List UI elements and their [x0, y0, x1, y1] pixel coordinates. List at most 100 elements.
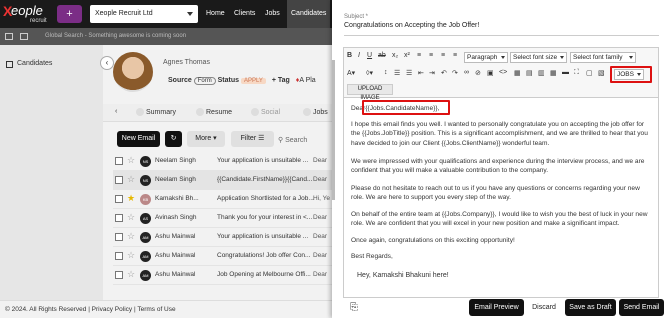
filter-button[interactable]: Filter ☰ [231, 131, 274, 147]
font-size-select[interactable]: Select font size [510, 52, 567, 63]
numbered-list-icon[interactable]: ☰ [406, 69, 412, 77]
avatar: KB [140, 194, 151, 205]
italic-icon[interactable]: I [358, 52, 360, 59]
unlink-icon[interactable]: ⊘ [475, 69, 481, 77]
star-icon[interactable]: ★ [127, 193, 135, 204]
bold-icon[interactable]: B [347, 52, 352, 59]
status-badge[interactable]: APPLY [241, 78, 266, 84]
table-icon[interactable]: ▦ [514, 69, 521, 77]
row-checkbox[interactable] [115, 233, 123, 241]
refresh-button[interactable]: ↻ [165, 131, 182, 147]
email-row[interactable]: ☆ AM Ashu Mainwal Your application is uns… [113, 228, 332, 247]
row-checkbox[interactable] [115, 252, 123, 260]
bullet-list-icon[interactable]: ☰ [394, 69, 400, 77]
nav-clients[interactable]: Clients [234, 0, 255, 28]
font-family-select[interactable]: Select font family [570, 52, 636, 63]
candidates-icon [6, 61, 13, 68]
font-color-icon[interactable]: A▾ [347, 69, 355, 77]
source-icon[interactable]: ▧ [598, 69, 605, 77]
scrollbar[interactable] [332, 60, 335, 200]
underline-icon[interactable]: U [367, 52, 372, 59]
save-draft-button[interactable]: Save as Draft [565, 299, 616, 316]
chevron-down-icon [560, 56, 564, 59]
nav-candidates[interactable]: Candidates [287, 0, 331, 28]
row-checkbox[interactable] [115, 195, 123, 203]
nav-home[interactable]: Home [205, 0, 226, 28]
code-icon[interactable]: <> [499, 69, 507, 76]
clear-format-icon[interactable]: ▢ [586, 69, 593, 77]
tab-summary[interactable]: Summary [136, 108, 176, 116]
tabs-prev-icon[interactable]: ‹ [115, 108, 117, 115]
chevron-down-icon [501, 56, 505, 59]
list-view-icon[interactable] [5, 33, 13, 40]
quick-add-button[interactable]: + [57, 5, 82, 23]
highlight-icon[interactable]: ◊▾ [366, 69, 373, 77]
star-icon[interactable]: ☆ [127, 250, 135, 261]
email-row[interactable]: ☆ AM Ashu Mainwal Congratulations! Job of… [113, 247, 332, 266]
nav-jobs[interactable]: Jobs [265, 0, 280, 28]
avatar: AM [140, 270, 151, 281]
horizontal-rule-icon[interactable]: ▬ [562, 69, 569, 76]
avatar: NS [140, 175, 151, 186]
tab-jobs[interactable]: Jobs [303, 108, 328, 116]
rich-text-editor: B I U ab x₂ x² ≡ ≡ ≡ ≡ Paragraph Select … [343, 47, 659, 298]
divider [344, 35, 659, 36]
star-icon[interactable]: ☆ [127, 269, 135, 280]
fullscreen-icon[interactable]: ⛶ [574, 69, 579, 77]
more-button[interactable]: More ▾ [187, 131, 225, 147]
redo-icon[interactable]: ↷ [452, 69, 458, 77]
global-search-input[interactable]: Global Search - Something awesome is com… [45, 33, 186, 39]
send-email-button[interactable]: Send Email [619, 299, 664, 316]
sidebar-item-candidates[interactable]: Candidates [17, 60, 52, 67]
row-checkbox[interactable] [115, 214, 123, 222]
subject-input[interactable]: Congratulations on Accepting the Job Off… [344, 22, 479, 29]
star-icon[interactable]: ☆ [127, 174, 135, 185]
indent-icon[interactable]: ⇥ [429, 69, 435, 77]
row-checkbox[interactable] [115, 157, 123, 165]
line-height-icon[interactable]: ↕ [384, 69, 388, 76]
row-checkbox[interactable] [115, 271, 123, 279]
avatar: AM [140, 232, 151, 243]
link-icon[interactable]: ∞ [464, 69, 469, 76]
align-center-icon[interactable]: ≡ [429, 52, 433, 59]
email-row[interactable]: ★ KB Kamakshi Bh... Application Shortlist… [113, 190, 332, 209]
attachment-icon[interactable]: ⎘ [350, 302, 358, 313]
justify-icon[interactable]: ≡ [453, 52, 457, 59]
collapse-sidebar-button[interactable]: ‹ [100, 56, 114, 70]
discard-button[interactable]: Discard [526, 299, 562, 316]
email-row[interactable]: ☆ AS Avinash Singh Thank you for your int… [113, 209, 332, 228]
sidebar: Candidates [0, 45, 103, 300]
email-row[interactable]: ☆ NS Neelam Singh Your application is uns… [113, 152, 332, 171]
email-row[interactable]: ☆ AM Ashu Mainwal Job Opening at Melbourn… [113, 266, 332, 285]
tab-social[interactable]: Social [251, 108, 280, 116]
resume-icon [196, 108, 204, 116]
align-left-icon[interactable]: ≡ [417, 52, 421, 59]
superscript-icon[interactable]: x² [404, 52, 410, 59]
table-row-icon[interactable]: ▤ [526, 69, 533, 77]
subscript-icon[interactable]: x₂ [392, 52, 398, 59]
table-col-icon[interactable]: ▥ [538, 69, 545, 77]
paragraph-select[interactable]: Paragraph [464, 52, 508, 63]
image-icon[interactable]: ▣ [487, 69, 494, 77]
email-row[interactable]: ☆ NS Neelam Singh {{Candidate.FirstName}}… [113, 171, 332, 190]
organization-select[interactable]: Xeople Recruit Ltd [90, 5, 198, 23]
add-tag-button[interactable]: + Tag [272, 77, 290, 84]
row-checkbox[interactable] [115, 176, 123, 184]
xeople-logo[interactable]: X eople recruit [3, 3, 51, 25]
strikethrough-icon[interactable]: ab [378, 52, 386, 59]
upload-image-button[interactable]: UPLOAD IMAGE [347, 84, 393, 101]
social-icon [251, 108, 259, 116]
tab-resume[interactable]: Resume [196, 108, 232, 116]
candidate-meta: Source Form Status APPLY + Tag ♦A Pla [168, 77, 316, 85]
email-search-input[interactable]: ⚲ Search [278, 136, 307, 144]
outdent-icon[interactable]: ⇤ [418, 69, 424, 77]
table-merge-icon[interactable]: ▦ [550, 69, 557, 77]
star-icon[interactable]: ☆ [127, 155, 135, 166]
grid-view-icon[interactable] [20, 33, 28, 40]
star-icon[interactable]: ☆ [127, 212, 135, 223]
email-preview-button[interactable]: Email Preview [469, 299, 524, 316]
undo-icon[interactable]: ↶ [441, 69, 447, 77]
align-right-icon[interactable]: ≡ [441, 52, 445, 59]
new-email-button[interactable]: New Email [117, 131, 160, 147]
star-icon[interactable]: ☆ [127, 231, 135, 242]
